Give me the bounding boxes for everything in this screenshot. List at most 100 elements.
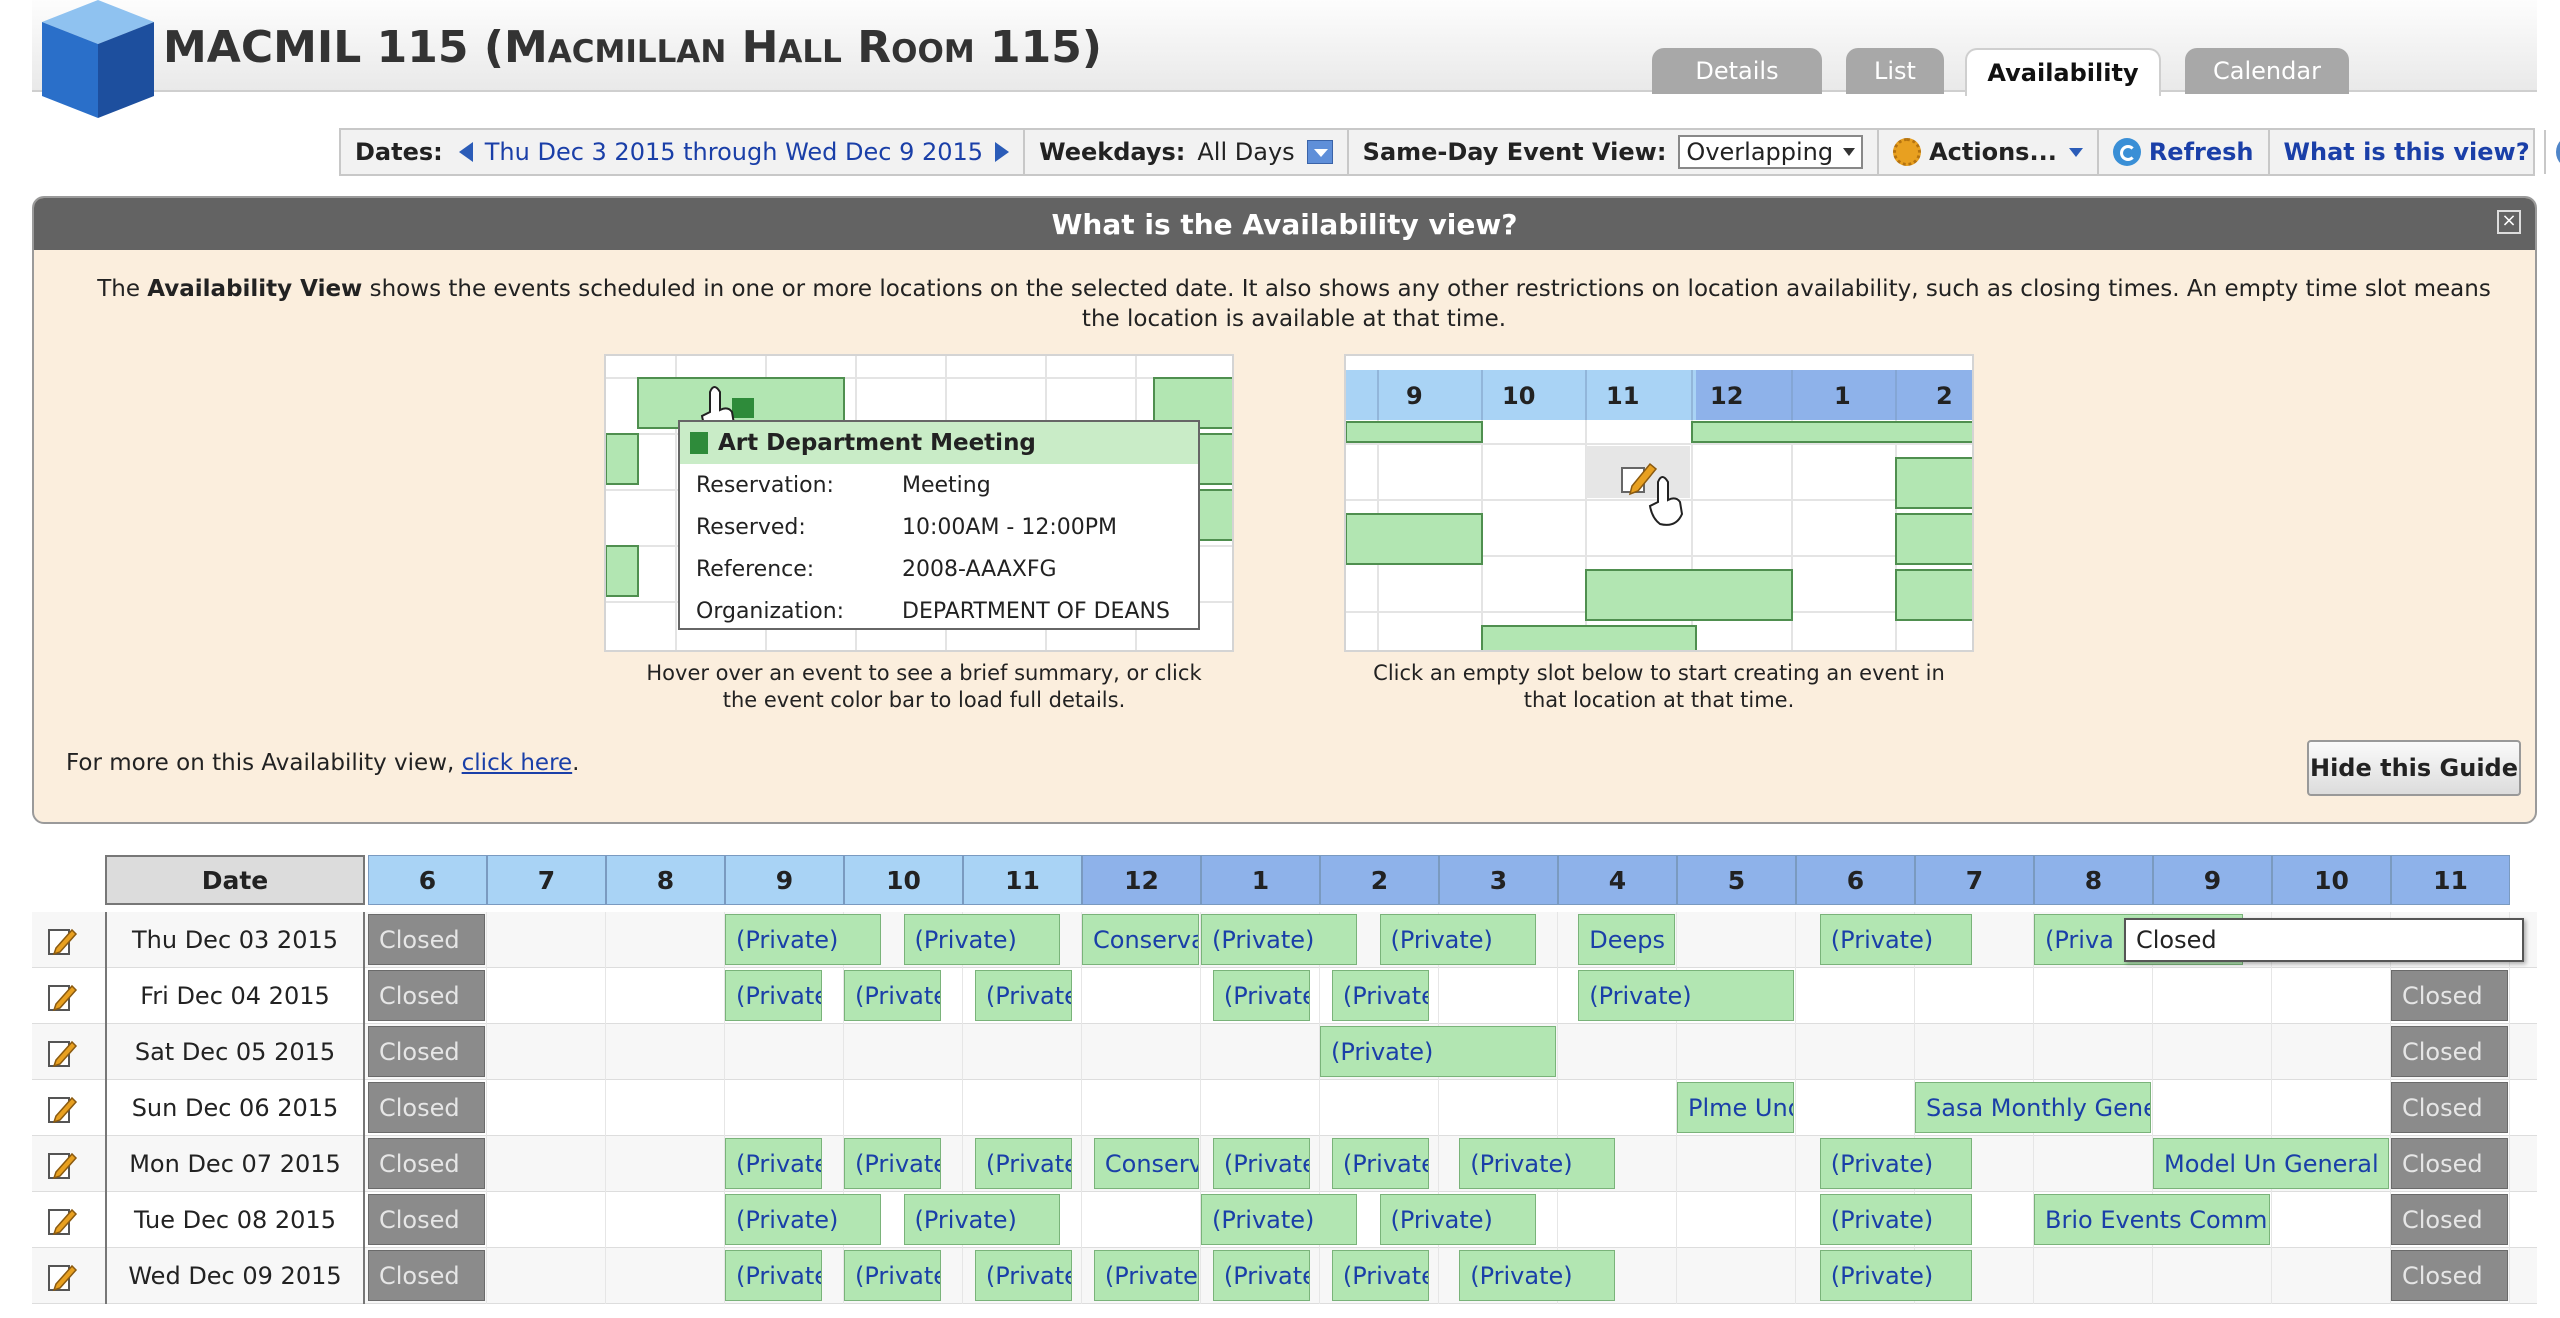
edit-pencil-icon[interactable] (46, 1148, 78, 1180)
event-block[interactable]: (Private (1093, 1250, 1199, 1301)
edit-pencil-icon[interactable] (46, 1204, 78, 1236)
empty-time-slot[interactable] (487, 1248, 606, 1304)
event-block[interactable]: (Private (974, 1138, 1072, 1189)
event-block[interactable]: Conservat (1093, 1138, 1199, 1189)
event-block[interactable]: (Private) (1819, 1194, 1973, 1245)
empty-time-slot[interactable] (2153, 1080, 2272, 1136)
tab-list[interactable]: List (1846, 48, 1944, 94)
help-button[interactable]: ? (2546, 130, 2560, 174)
empty-time-slot[interactable] (1677, 912, 1796, 968)
empty-time-slot[interactable] (1201, 1024, 1320, 1080)
event-block[interactable]: (Private (1331, 970, 1429, 1021)
next-arrow-icon[interactable] (995, 142, 1010, 162)
empty-time-slot[interactable] (606, 1248, 725, 1304)
event-block[interactable]: (Private) (1379, 914, 1536, 965)
event-block[interactable]: Deeps C (1578, 914, 1675, 965)
empty-time-slot[interactable] (1320, 1080, 1439, 1136)
empty-time-slot[interactable] (1677, 1136, 1796, 1192)
event-block[interactable]: (Private) (1201, 1194, 1358, 1245)
empty-time-slot[interactable] (1082, 1024, 1201, 1080)
hide-guide-button[interactable]: Hide this Guide (2307, 740, 2521, 796)
empty-time-slot[interactable] (487, 1192, 606, 1248)
edit-pencil-icon[interactable] (46, 924, 78, 956)
empty-time-slot[interactable] (1082, 1080, 1201, 1136)
event-block[interactable]: Brio Events Committ (2034, 1194, 2270, 1245)
event-block[interactable]: (Private (844, 1250, 941, 1301)
prev-arrow-icon[interactable] (458, 142, 473, 162)
empty-time-slot[interactable] (725, 1024, 844, 1080)
empty-time-slot[interactable] (1558, 1024, 1677, 1080)
empty-time-slot[interactable] (606, 1192, 725, 1248)
empty-time-slot[interactable] (1201, 1080, 1320, 1136)
empty-time-slot[interactable] (487, 912, 606, 968)
empty-time-slot[interactable] (1915, 968, 2034, 1024)
event-block[interactable]: (Private (725, 1138, 822, 1189)
click-here-link[interactable]: click here (462, 750, 573, 776)
actions-menu[interactable]: Actions... (1879, 130, 2099, 174)
event-block[interactable]: (Private (1212, 1250, 1310, 1301)
empty-time-slot[interactable] (1439, 968, 1558, 1024)
empty-time-slot[interactable] (2272, 1024, 2391, 1080)
event-block[interactable]: (Private (844, 1138, 941, 1189)
event-block[interactable]: (Private (1331, 1138, 1429, 1189)
event-block[interactable]: Plme Und (1677, 1082, 1794, 1133)
refresh-button[interactable]: Refresh (2099, 130, 2270, 174)
empty-time-slot[interactable] (2034, 968, 2153, 1024)
empty-time-slot[interactable] (2272, 1192, 2391, 1248)
event-block[interactable]: (Private) (1819, 1138, 1973, 1189)
empty-time-slot[interactable] (487, 968, 606, 1024)
empty-time-slot[interactable] (606, 1080, 725, 1136)
empty-time-slot[interactable] (1796, 1024, 1915, 1080)
event-block[interactable]: (Private) (1459, 1138, 1616, 1189)
close-icon[interactable]: × (2497, 210, 2521, 234)
empty-time-slot[interactable] (963, 1080, 1082, 1136)
empty-time-slot[interactable] (1796, 1080, 1915, 1136)
empty-time-slot[interactable] (2034, 1024, 2153, 1080)
event-block[interactable]: (Private) (1578, 970, 1794, 1021)
empty-time-slot[interactable] (1082, 968, 1201, 1024)
empty-time-slot[interactable] (487, 1136, 606, 1192)
event-block[interactable]: (Private (1212, 970, 1310, 1021)
event-block[interactable]: (Private (974, 1250, 1072, 1301)
empty-time-slot[interactable] (2272, 968, 2391, 1024)
empty-time-slot[interactable] (487, 1080, 606, 1136)
empty-time-slot[interactable] (2272, 1248, 2391, 1304)
empty-time-slot[interactable] (606, 1136, 725, 1192)
event-block[interactable]: (Private) (725, 914, 882, 965)
empty-time-slot[interactable] (2034, 1248, 2153, 1304)
empty-time-slot[interactable] (844, 1024, 963, 1080)
empty-time-slot[interactable] (844, 1080, 963, 1136)
empty-time-slot[interactable] (1558, 1080, 1677, 1136)
event-block[interactable]: (Private) (1819, 914, 1973, 965)
empty-time-slot[interactable] (2034, 1136, 2153, 1192)
empty-time-slot[interactable] (1439, 1080, 1558, 1136)
event-block[interactable]: Sasa Monthly Genera (1915, 1082, 2151, 1133)
event-block[interactable]: Model Un General Bo (2153, 1138, 2389, 1189)
empty-time-slot[interactable] (606, 968, 725, 1024)
empty-time-slot[interactable] (2153, 1248, 2272, 1304)
event-block[interactable]: (Private (1212, 1138, 1310, 1189)
empty-time-slot[interactable] (1677, 1248, 1796, 1304)
empty-time-slot[interactable] (725, 1080, 844, 1136)
empty-time-slot[interactable] (2272, 1080, 2391, 1136)
event-block[interactable]: (Private) (1819, 1250, 1973, 1301)
same-day-select[interactable]: Overlapping (1678, 135, 1864, 169)
empty-time-slot[interactable] (1796, 968, 1915, 1024)
tab-calendar[interactable]: Calendar (2185, 48, 2349, 94)
event-block[interactable]: (Private (844, 970, 941, 1021)
tab-availability[interactable]: Availability (1965, 48, 2161, 96)
weekdays-dropdown-icon[interactable] (1306, 140, 1333, 164)
event-block[interactable]: (Private) (1201, 914, 1358, 965)
event-block[interactable]: Conservat (1082, 914, 1199, 965)
edit-pencil-icon[interactable] (46, 1092, 78, 1124)
event-block[interactable]: (Private) (1320, 1026, 1556, 1077)
empty-time-slot[interactable] (1558, 1192, 1677, 1248)
edit-pencil-icon[interactable] (46, 1036, 78, 1068)
event-block[interactable]: (Private) (903, 914, 1060, 965)
empty-time-slot[interactable] (1082, 1192, 1201, 1248)
tab-details[interactable]: Details (1652, 48, 1822, 94)
event-block[interactable]: (Private) (1459, 1250, 1616, 1301)
empty-time-slot[interactable] (487, 1024, 606, 1080)
event-block[interactable]: (Private (725, 970, 822, 1021)
empty-time-slot[interactable] (606, 912, 725, 968)
